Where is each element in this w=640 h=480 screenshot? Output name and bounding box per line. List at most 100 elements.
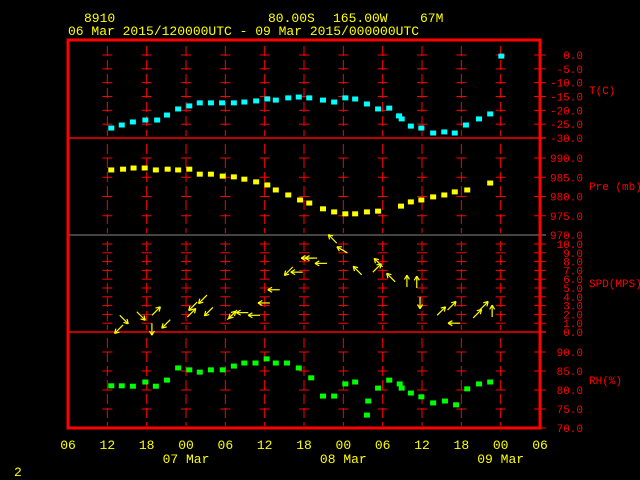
pressure-point	[430, 194, 437, 200]
pressure-point	[130, 165, 137, 171]
pressure-point	[342, 211, 349, 217]
temperature-point	[441, 129, 448, 135]
temperature-point	[129, 119, 136, 125]
rh-point	[407, 390, 414, 396]
rh-point	[241, 360, 248, 366]
temperature-point	[407, 123, 414, 129]
temperature-point	[320, 97, 327, 103]
pressure-point	[175, 167, 182, 173]
pressure-point	[241, 176, 248, 182]
temperature-point	[462, 122, 469, 128]
temperature-point	[306, 95, 313, 101]
wind-axis-title: SPD(MPS)	[589, 279, 640, 291]
temperature-point	[196, 100, 203, 106]
rh-point	[295, 365, 302, 371]
axis-tick-label: -15.0	[550, 93, 583, 105]
rh-point	[430, 400, 437, 406]
axis-tick-label: -10.0	[550, 79, 583, 91]
temperature-point	[331, 99, 338, 105]
axis-tick-label: 0.0	[563, 328, 583, 340]
temperature-point	[363, 101, 370, 107]
rh-point	[398, 385, 405, 391]
temperature-point	[487, 111, 494, 117]
rh-point	[186, 367, 193, 373]
rh-point	[283, 360, 290, 366]
x-tick-label: 12	[257, 438, 273, 453]
pressure-point	[264, 182, 271, 188]
temperature-point	[375, 106, 382, 112]
rh-point	[418, 394, 425, 400]
temperature-point	[154, 117, 161, 123]
pressure-point	[352, 211, 359, 217]
pressure-point	[441, 192, 448, 198]
x-tick-label: 06	[60, 438, 76, 453]
axis-tick-label: 985.0	[550, 173, 583, 185]
axis-tick-label: 0.0	[563, 51, 583, 63]
rh-point	[386, 377, 393, 383]
rh-axis-title: RH(%)	[589, 376, 622, 388]
axis-tick-label: -25.0	[550, 120, 583, 132]
x-tick-label: 06	[532, 438, 548, 453]
axis-tick-label: -5.0	[557, 65, 583, 77]
temperature-point	[230, 100, 237, 106]
x-tick-label: 18	[139, 438, 155, 453]
temperature-point	[285, 95, 292, 101]
rh-point	[331, 393, 338, 399]
temperature-point	[207, 100, 214, 106]
rh-point	[441, 398, 448, 404]
rh-point	[476, 381, 483, 387]
axis-tick-label: 975.0	[550, 212, 583, 224]
rh-point	[108, 383, 115, 389]
temperature-point	[175, 106, 182, 112]
axis-tick-label: 75.0	[557, 405, 583, 417]
rh-point	[453, 402, 460, 408]
rh-point	[375, 385, 382, 391]
temperature-point	[264, 96, 271, 102]
pressure-point	[363, 209, 370, 215]
x-tick-label: 12	[100, 438, 116, 453]
x-tick-label: 18	[454, 438, 470, 453]
temperature-point	[476, 116, 483, 122]
pressure-point	[272, 187, 279, 193]
pressure-point	[375, 208, 382, 214]
pressure-point	[320, 206, 327, 212]
rh-point	[365, 398, 372, 404]
date-label: 08 Mar	[320, 452, 367, 467]
pressure-point	[253, 179, 260, 185]
rh-point	[263, 356, 270, 362]
date-label: 09 Mar	[477, 452, 524, 467]
rh-point	[352, 379, 359, 385]
axis-tick-label: 990.0	[550, 154, 583, 166]
date-label: 07 Mar	[163, 452, 210, 467]
rh-point	[207, 367, 214, 373]
rh-point	[272, 360, 279, 366]
temperature-axis-title: T(C)	[589, 86, 615, 98]
temperature-point	[163, 112, 170, 118]
pressure-point	[297, 197, 304, 203]
axis-tick-label: 90.0	[557, 348, 583, 360]
pressure-point	[186, 166, 193, 172]
axis-tick-label: 980.0	[550, 193, 583, 205]
temperature-point	[219, 100, 226, 106]
axis-tick-label: -20.0	[550, 106, 583, 118]
temperature-point	[418, 125, 425, 131]
pressure-point	[306, 200, 313, 206]
x-tick-label: 00	[336, 438, 352, 453]
rh-point	[219, 367, 226, 373]
rh-point	[308, 375, 315, 381]
temperature-point	[118, 122, 125, 128]
temperature-point	[352, 96, 359, 102]
pressure-point	[141, 165, 148, 171]
pressure-point	[230, 174, 237, 180]
temperature-point	[186, 103, 193, 109]
x-tick-label: 06	[218, 438, 234, 453]
pressure-point	[418, 197, 425, 203]
x-tick-label: 18	[296, 438, 312, 453]
rh-point	[320, 393, 327, 399]
rh-point	[252, 360, 259, 366]
temperature-point	[430, 130, 437, 136]
temperature-point	[386, 105, 393, 111]
pressure-point	[487, 180, 494, 186]
pressure-point	[219, 173, 226, 179]
axis-tick-label: -30.0	[550, 134, 583, 146]
